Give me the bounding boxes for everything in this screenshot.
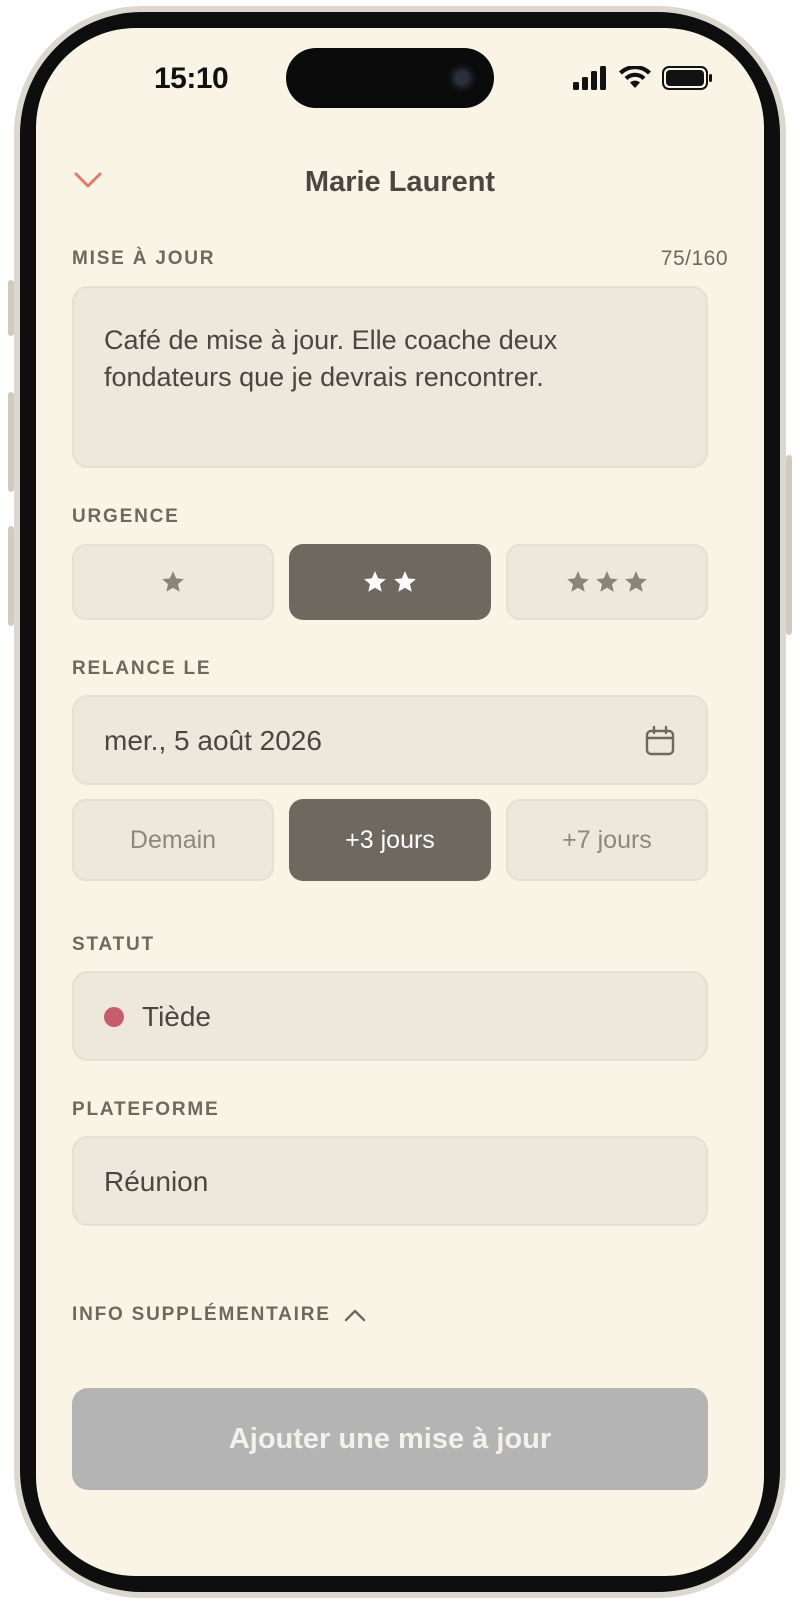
urgency-option-3[interactable] xyxy=(506,544,708,620)
status-value: Tiède xyxy=(142,1001,212,1032)
star-icon xyxy=(596,571,618,592)
quick-date-label: Demain xyxy=(129,825,217,854)
side-button xyxy=(8,392,14,492)
dynamic-island xyxy=(286,48,494,108)
chevron-up-icon xyxy=(344,1309,366,1322)
star-icon xyxy=(625,571,647,592)
status-dot xyxy=(104,1007,124,1027)
star-icon xyxy=(567,571,589,592)
urgency-label: URGENCE xyxy=(72,506,180,527)
urgency-option-2[interactable] xyxy=(289,544,491,620)
screen: 15:10 Marie Laurent MISE À JOUR 75/160 C… xyxy=(36,28,764,1576)
platform-label: PLATEFORME xyxy=(72,1099,220,1120)
status-icons xyxy=(572,66,714,90)
calendar-icon xyxy=(645,725,675,756)
update-textarea[interactable]: Café de mise à jour. Elle coache deux fo… xyxy=(72,286,708,468)
platform-select[interactable]: Réunion xyxy=(72,1136,708,1226)
quick-date-label: +3 jours xyxy=(345,825,435,854)
status-time: 15:10 xyxy=(154,62,229,95)
star-icon xyxy=(394,571,416,592)
status-select[interactable]: Tiède xyxy=(72,971,708,1061)
camera-icon xyxy=(448,64,476,92)
update-label: MISE À JOUR xyxy=(72,248,216,269)
wifi-icon xyxy=(619,66,651,88)
battery-icon xyxy=(662,66,712,90)
side-button xyxy=(786,455,792,635)
quick-date-7-days[interactable]: +7 jours xyxy=(506,799,708,881)
status-label: STATUT xyxy=(72,934,155,955)
urgency-option-1[interactable] xyxy=(72,544,274,620)
page-title: Marie Laurent xyxy=(304,166,496,198)
side-button xyxy=(8,280,14,336)
date-picker-field[interactable]: mer., 5 août 2026 xyxy=(72,695,708,785)
character-counter: 75/160 xyxy=(660,247,728,270)
extra-info-toggle[interactable]: INFO SUPPLÉMENTAIRE xyxy=(72,1300,392,1332)
quick-date-tomorrow[interactable]: Demain xyxy=(72,799,274,881)
signal-icon xyxy=(573,66,606,90)
header: Marie Laurent xyxy=(36,158,764,206)
date-value: mer., 5 août 2026 xyxy=(104,725,322,756)
quick-date-label: +7 jours xyxy=(562,825,652,854)
quick-date-3-days[interactable]: +3 jours xyxy=(289,799,491,881)
follow-up-label: RELANCE LE xyxy=(72,658,212,679)
update-text: Café de mise à jour. Elle coache deux fo… xyxy=(104,325,558,392)
star-icon xyxy=(162,571,184,592)
extra-info-label: INFO SUPPLÉMENTAIRE xyxy=(72,1304,331,1325)
side-button xyxy=(8,526,14,626)
add-update-button[interactable]: Ajouter une mise à jour xyxy=(72,1388,708,1490)
star-icon xyxy=(364,571,386,592)
platform-value: Réunion xyxy=(104,1166,209,1197)
